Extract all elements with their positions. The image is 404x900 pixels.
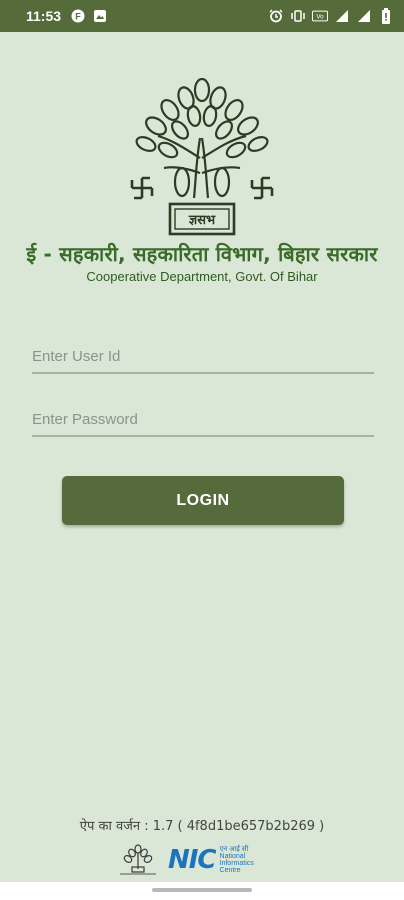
- svg-text:F: F: [75, 12, 81, 22]
- password-input[interactable]: [32, 403, 374, 437]
- battery-icon: [378, 8, 394, 24]
- login-button[interactable]: LOGIN: [62, 476, 344, 525]
- page-subtitle: Cooperative Department, Govt. Of Bihar: [86, 269, 318, 284]
- status-time: 11:53: [26, 8, 62, 24]
- svg-text:Vo: Vo: [316, 14, 324, 21]
- app-version-text: ऐप का वर्जन : 1.7 ( 4f8d1be657b2b269 ): [79, 819, 325, 834]
- home-gesture-handle[interactable]: [152, 888, 252, 892]
- signal-icon: [334, 9, 350, 23]
- signal-icon: [356, 9, 372, 23]
- vibrate-icon: [290, 9, 306, 23]
- nic-line-3: Centre: [219, 867, 241, 874]
- nic-text: NIC: [168, 845, 217, 875]
- alarm-icon: [268, 9, 284, 23]
- image-icon: [93, 9, 107, 23]
- nic-hindi-text: एन आई सी: [219, 846, 249, 853]
- page-title: ई - सहकारी, सहकारिता विभाग, बिहार सरकार: [26, 242, 378, 266]
- footer-logos: NIC एन आई सी National Informatics Centre: [116, 842, 296, 878]
- cooperative-emblem-logo: ज्ञसभ: [124, 77, 280, 238]
- volte-icon: Vo: [312, 9, 328, 23]
- f-icon: F: [71, 9, 85, 23]
- status-bar: 11:53 F Vo: [0, 0, 404, 32]
- nic-logo: NIC एन आई सी National Informatics Centre: [168, 845, 254, 875]
- nic-line-1: National: [219, 853, 246, 860]
- navigation-bar: [0, 882, 404, 900]
- user-id-input[interactable]: [32, 340, 374, 374]
- nic-line-2: Informatics: [219, 860, 254, 867]
- emblem-text: ज्ञसभ: [188, 213, 216, 228]
- bihar-govt-logo: [120, 844, 156, 875]
